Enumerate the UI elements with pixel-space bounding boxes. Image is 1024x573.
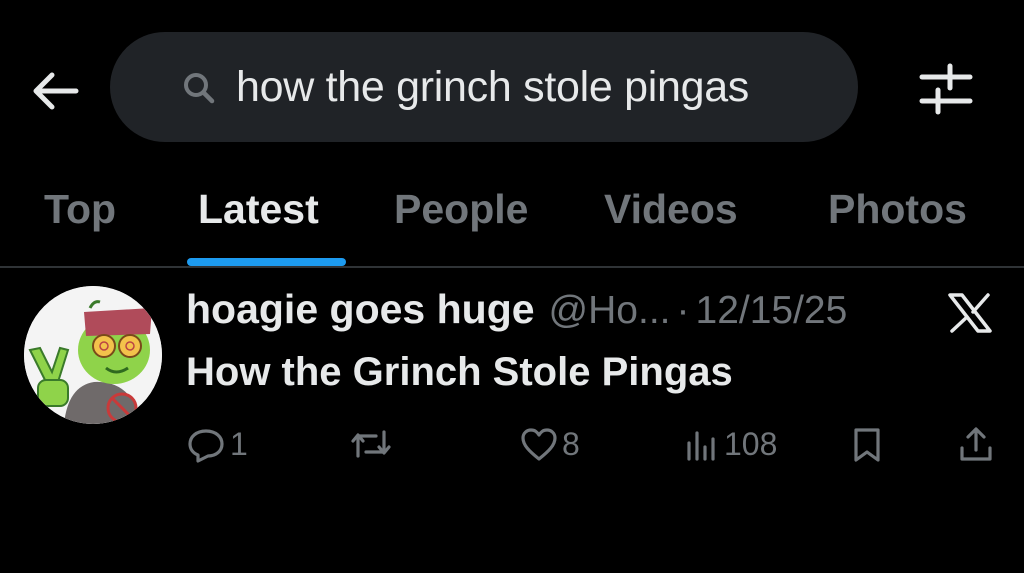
reply-icon (188, 428, 224, 463)
views-button[interactable]: 108 (684, 426, 777, 463)
post-actions: 1 8 108 (0, 418, 1024, 478)
search-icon (184, 73, 215, 104)
reply-count: 1 (230, 426, 248, 462)
search-tabs: Top Latest People Videos Photos (0, 170, 1024, 268)
like-count: 8 (562, 426, 580, 462)
user-handle[interactable]: @Ho... (549, 289, 671, 333)
share-icon (960, 427, 992, 461)
tab-photos[interactable]: Photos (828, 186, 967, 233)
tab-people[interactable]: People (394, 186, 528, 233)
separator-dot: · (676, 289, 690, 332)
retweet-button[interactable] (350, 426, 396, 462)
bookmark-button[interactable] (852, 426, 882, 464)
search-input[interactable] (236, 62, 836, 112)
arrow-left-icon (33, 72, 79, 110)
post-text: How the Grinch Stole Pingas (186, 350, 733, 394)
post-header: hoagie goes huge @Ho... · 12/15/25 (186, 286, 847, 336)
tab-latest[interactable]: Latest (198, 186, 319, 233)
post-date[interactable]: 12/15/25 (696, 289, 848, 333)
reply-button[interactable]: 1 (186, 426, 248, 463)
back-button[interactable] (26, 62, 84, 120)
x-logo-icon (944, 292, 996, 334)
like-button[interactable]: 8 (520, 426, 580, 463)
display-name[interactable]: hoagie goes huge (186, 286, 535, 333)
analytics-icon (687, 430, 715, 461)
search-results-screen: Top Latest People Videos Photos (0, 0, 1024, 573)
sliders-icon (919, 63, 973, 115)
avatar[interactable] (24, 286, 162, 424)
share-button[interactable] (958, 426, 994, 464)
tab-videos[interactable]: Videos (604, 186, 738, 233)
search-filter-button[interactable] (914, 60, 978, 120)
search-box[interactable] (110, 32, 858, 142)
active-tab-indicator (187, 258, 346, 266)
post[interactable]: hoagie goes huge @Ho... · 12/15/25 How t… (0, 268, 1024, 488)
retweet-icon (351, 430, 391, 458)
view-count: 108 (724, 426, 778, 462)
tab-top[interactable]: Top (44, 186, 116, 233)
heart-icon (521, 427, 557, 461)
avatar-image (24, 286, 162, 424)
bookmark-icon (854, 428, 880, 462)
